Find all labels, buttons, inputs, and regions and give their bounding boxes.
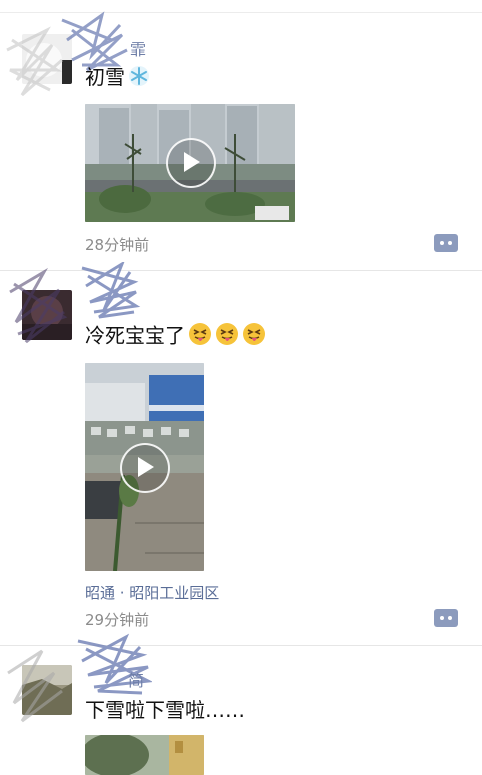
tongue-out-emoji-icon: [242, 322, 266, 352]
comment-icon[interactable]: [434, 609, 458, 627]
video-thumbnail[interactable]: [85, 363, 204, 571]
post-text: 冷死宝宝了: [85, 322, 266, 352]
moment-post-2: 冷死宝宝了 昭通 · 昭阳工业园区 29分钟前: [0, 262, 482, 645]
author-name[interactable]: 简: [128, 667, 148, 690]
play-icon[interactable]: [120, 443, 170, 493]
post-text: 下雪啦下雪啦……: [85, 698, 245, 722]
post-text-content: 冷死宝宝了: [85, 323, 185, 348]
post-text-content: 初雪: [85, 65, 125, 89]
moment-post-3: 简 下雪啦下雪啦……: [0, 633, 482, 775]
snowflake-emoji-icon: [128, 65, 150, 93]
post-time: 29分钟前: [85, 611, 150, 629]
tongue-out-emoji-icon: [215, 322, 239, 352]
tongue-out-emoji-icon: [188, 322, 212, 352]
location-link[interactable]: 昭通 · 昭阳工业园区: [85, 582, 219, 603]
moment-post-1: 霏 初雪 28分钟前: [0, 0, 482, 270]
comment-icon[interactable]: [434, 234, 458, 252]
play-icon[interactable]: [166, 138, 216, 188]
post-text: 初雪: [85, 64, 150, 93]
photo-thumbnail[interactable]: [85, 735, 204, 775]
post-time: 28分钟前: [85, 236, 150, 254]
video-thumbnail[interactable]: [85, 104, 295, 222]
author-name[interactable]: 霏: [130, 36, 150, 59]
